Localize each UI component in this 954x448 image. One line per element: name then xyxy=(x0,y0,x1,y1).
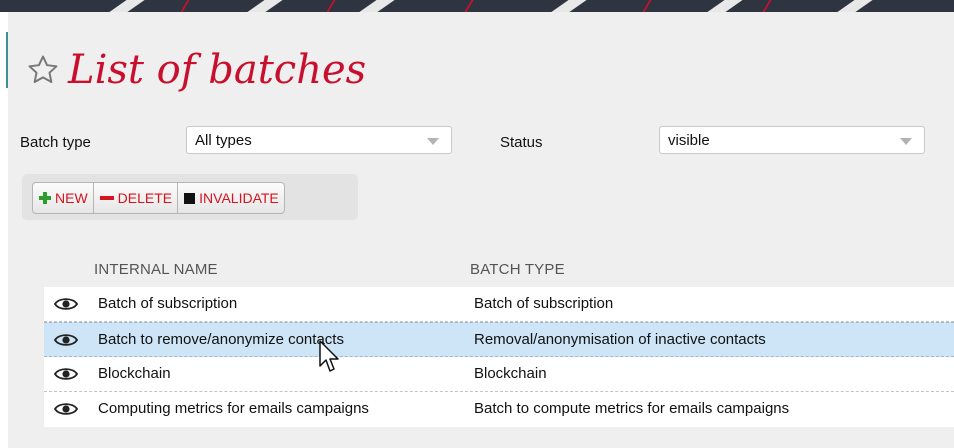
toolbar-container: NEW DELETE INVALIDATE xyxy=(22,174,358,220)
page-header: List of batches xyxy=(26,42,366,98)
invalidate-button[interactable]: INVALIDATE xyxy=(178,183,284,213)
minus-icon xyxy=(99,191,115,205)
eye-icon[interactable] xyxy=(54,296,78,312)
status-label: Status xyxy=(500,134,543,151)
table-row[interactable]: Computing metrics for emails campaigns B… xyxy=(44,392,954,427)
batch-type-cell: Batch of subscription xyxy=(474,295,614,312)
table-row[interactable]: Batch of subscription Batch of subscript… xyxy=(44,287,954,322)
internal-name-cell: Batch of subscription xyxy=(98,295,238,312)
batch-type-cell: Batch to compute metrics for emails camp… xyxy=(474,400,790,417)
chevron-down-icon xyxy=(900,138,912,145)
internal-name-cell: Computing metrics for emails campaigns xyxy=(98,400,369,417)
table-row-selected[interactable]: Batch to remove/anonymize contacts Remov… xyxy=(44,322,954,357)
column-header-internal-name[interactable]: INTERNAL NAME xyxy=(94,261,218,278)
internal-name-cell: Batch to remove/anonymize contacts xyxy=(98,331,344,348)
top-banner xyxy=(0,0,954,12)
batch-type-value: All types xyxy=(195,132,252,149)
page-title: List of batches xyxy=(68,47,367,93)
batch-table: Batch of subscription Batch of subscript… xyxy=(44,287,954,427)
chevron-down-icon xyxy=(427,138,439,145)
delete-button[interactable]: DELETE xyxy=(94,183,179,213)
invalidate-label: INVALIDATE xyxy=(199,190,279,206)
batch-type-cell: Blockchain xyxy=(474,365,547,382)
status-select[interactable]: visible xyxy=(659,126,925,154)
batch-type-select[interactable]: All types xyxy=(186,126,452,154)
mouse-pointer-icon xyxy=(319,340,339,372)
batch-type-cell: Removal/anonymisation of inactive contac… xyxy=(474,331,766,348)
status-value: visible xyxy=(668,132,710,149)
internal-name-cell: Blockchain xyxy=(98,365,171,382)
eye-icon[interactable] xyxy=(54,332,78,348)
new-button[interactable]: NEW xyxy=(33,183,94,213)
star-outline-icon[interactable] xyxy=(26,53,60,87)
toolbar: NEW DELETE INVALIDATE xyxy=(32,182,285,214)
left-edge xyxy=(0,12,8,448)
eye-icon[interactable] xyxy=(54,401,78,417)
eye-icon[interactable] xyxy=(54,366,78,382)
plus-icon xyxy=(38,191,52,205)
table-row[interactable]: Blockchain Blockchain xyxy=(44,357,954,392)
new-label: NEW xyxy=(55,190,88,206)
column-header-batch-type[interactable]: BATCH TYPE xyxy=(470,261,565,278)
batch-type-label: Batch type xyxy=(20,134,91,151)
stop-square-icon xyxy=(183,192,196,205)
delete-label: DELETE xyxy=(117,190,173,206)
